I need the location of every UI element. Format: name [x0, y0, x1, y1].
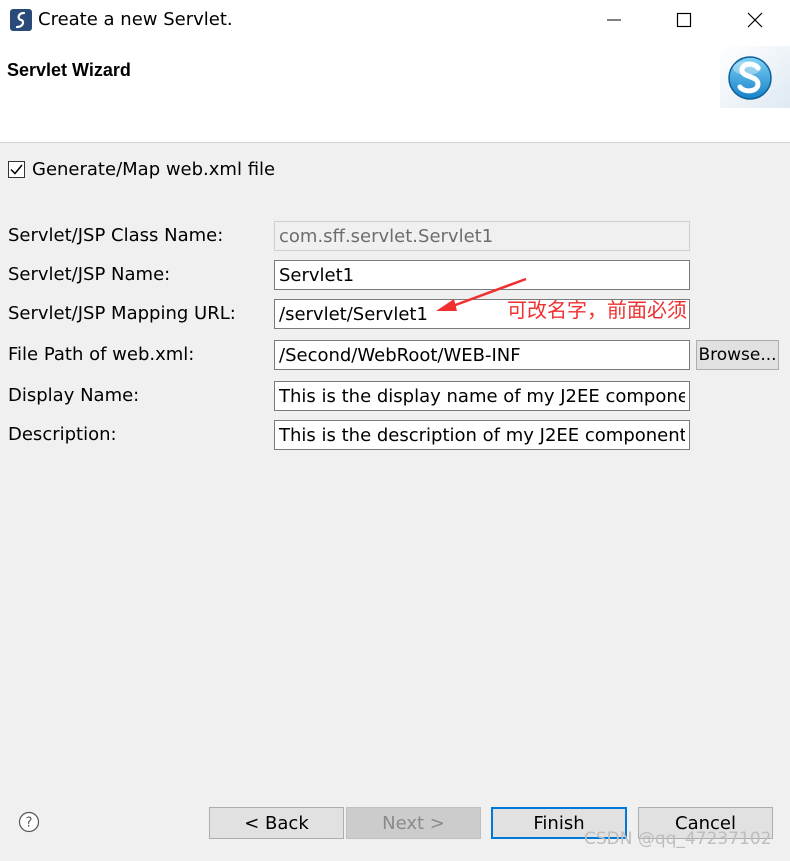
minimize-button[interactable] — [596, 6, 632, 34]
webxml-path-input[interactable] — [274, 340, 690, 370]
checkmark-icon — [10, 164, 23, 175]
servlet-wizard-dialog: Create a new Servlet. Servlet Wizard Gen… — [0, 0, 790, 861]
generate-webxml-option[interactable]: Generate/Map web.xml file — [8, 158, 275, 180]
minimize-icon — [607, 19, 621, 21]
servlet-app-icon — [10, 9, 32, 31]
mapping-url-label: Servlet/JSP Mapping URL: — [8, 303, 236, 324]
wizard-content: Generate/Map web.xml file Servlet/JSP Cl… — [0, 143, 790, 861]
maximize-button[interactable] — [666, 6, 702, 34]
close-button[interactable] — [737, 6, 773, 34]
servlet-name-label: Servlet/JSP Name: — [8, 264, 171, 285]
browse-button[interactable]: Browse... — [696, 340, 779, 370]
wizard-title: Servlet Wizard — [7, 60, 131, 80]
class-name-input[interactable] — [274, 221, 690, 251]
next-button[interactable]: Next > — [346, 807, 481, 839]
webxml-path-label: File Path of web.xml: — [8, 344, 195, 365]
display-name-label: Display Name: — [8, 385, 140, 406]
svg-text:?: ? — [26, 816, 33, 831]
watermark-text: CSDN @qq_47237102 — [584, 829, 772, 849]
maximize-icon — [676, 12, 692, 28]
class-name-label: Servlet/JSP Class Name: — [8, 225, 224, 246]
wizard-banner: Servlet Wizard — [0, 40, 790, 143]
description-label: Description: — [8, 424, 117, 445]
annotation-note: 可改名字，前面必须 — [507, 298, 687, 322]
generate-webxml-checkbox[interactable] — [8, 160, 25, 178]
back-button[interactable]: < Back — [209, 807, 344, 839]
generate-webxml-label: Generate/Map web.xml file — [32, 158, 276, 180]
display-name-input[interactable] — [274, 381, 690, 411]
help-icon[interactable]: ? — [18, 811, 40, 833]
close-icon — [747, 12, 763, 28]
description-input[interactable] — [274, 420, 690, 450]
title-bar: Create a new Servlet. — [0, 0, 790, 40]
s-logo-icon — [720, 46, 790, 108]
window-title: Create a new Servlet. — [38, 9, 233, 30]
